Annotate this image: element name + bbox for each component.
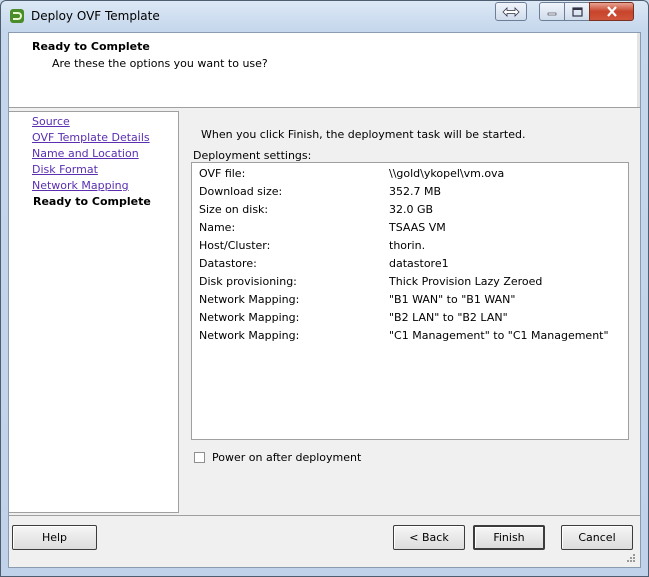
setting-key: Download size: xyxy=(199,185,283,198)
setting-key: Disk provisioning: xyxy=(199,275,297,288)
setting-value: "C1 Management" to "C1 Management" xyxy=(389,329,609,342)
maximize-icon xyxy=(571,6,583,17)
setting-key: Network Mapping: xyxy=(199,311,300,324)
setting-key: Host/Cluster: xyxy=(199,239,271,252)
header-edge xyxy=(637,33,640,107)
setting-key: OVF file: xyxy=(199,167,246,180)
setting-value: 352.7 MB xyxy=(389,185,442,198)
intro-text: When you click Finish, the deployment ta… xyxy=(201,128,526,141)
maximize-button[interactable] xyxy=(564,2,590,21)
setting-value: TSAAS VM xyxy=(389,221,446,234)
nav-item-network-mapping[interactable]: Network Mapping xyxy=(32,179,129,192)
deploy-ovf-window: Deploy OVF Template Ready to Complete Ar… xyxy=(0,0,649,577)
power-on-label[interactable]: Power on after deployment xyxy=(212,451,361,464)
setting-value: "B1 WAN" to "B1 WAN" xyxy=(389,293,516,306)
deployment-settings-label: Deployment settings: xyxy=(193,149,312,162)
power-on-option[interactable]: Power on after deployment xyxy=(194,451,361,464)
title-bar[interactable]: Deploy OVF Template xyxy=(1,1,648,31)
minimize-button[interactable] xyxy=(539,2,565,21)
page-title: Ready to Complete xyxy=(32,40,150,53)
setting-key: Network Mapping: xyxy=(199,293,300,306)
back-button[interactable]: < Back xyxy=(393,525,465,550)
wizard-steps-nav: Source OVF Template Details Name and Loc… xyxy=(9,111,179,513)
footer-divider xyxy=(9,515,640,516)
cancel-button[interactable]: Cancel xyxy=(561,525,633,550)
nav-item-disk-format[interactable]: Disk Format xyxy=(32,163,98,176)
setting-value: \\gold\ykopel\vm.ova xyxy=(389,167,505,180)
help-button[interactable]: Help xyxy=(12,525,97,550)
setting-key: Size on disk: xyxy=(199,203,269,216)
setting-key: Name: xyxy=(199,221,236,234)
page-subtitle: Are these the options you want to use? xyxy=(52,57,268,70)
power-on-checkbox[interactable] xyxy=(194,452,205,463)
minimize-icon xyxy=(547,12,557,15)
close-icon xyxy=(606,6,617,17)
setting-value: thorin. xyxy=(389,239,426,252)
close-button[interactable] xyxy=(589,2,634,21)
wizard-header: Ready to Complete Are these the options … xyxy=(9,33,640,108)
wizard-content: When you click Finish, the deployment ta… xyxy=(182,111,640,513)
setting-value: 32.0 GB xyxy=(389,203,434,216)
setting-key: Datastore: xyxy=(199,257,257,270)
deployment-settings-list[interactable]: OVF file: \\gold\ykopel\vm.ova Download s… xyxy=(191,162,629,440)
window-title: Deploy OVF Template xyxy=(31,9,160,23)
resize-grip-icon[interactable] xyxy=(626,553,636,563)
setting-value: datastore1 xyxy=(389,257,449,270)
nav-item-name-and-location[interactable]: Name and Location xyxy=(32,147,139,160)
vsphere-app-icon xyxy=(10,9,24,23)
nav-item-source[interactable]: Source xyxy=(32,115,70,128)
nav-item-ovf-template-details[interactable]: OVF Template Details xyxy=(32,131,150,144)
wizard-client-area: Ready to Complete Are these the options … xyxy=(8,32,641,568)
restore-swap-button[interactable] xyxy=(495,2,527,21)
nav-item-ready-to-complete: Ready to Complete xyxy=(33,195,151,208)
setting-key: Network Mapping: xyxy=(199,329,300,342)
finish-button[interactable]: Finish xyxy=(473,525,545,550)
double-arrow-icon xyxy=(502,6,520,17)
setting-value: Thick Provision Lazy Zeroed xyxy=(389,275,543,288)
setting-value: "B2 LAN" to "B2 LAN" xyxy=(389,311,508,324)
